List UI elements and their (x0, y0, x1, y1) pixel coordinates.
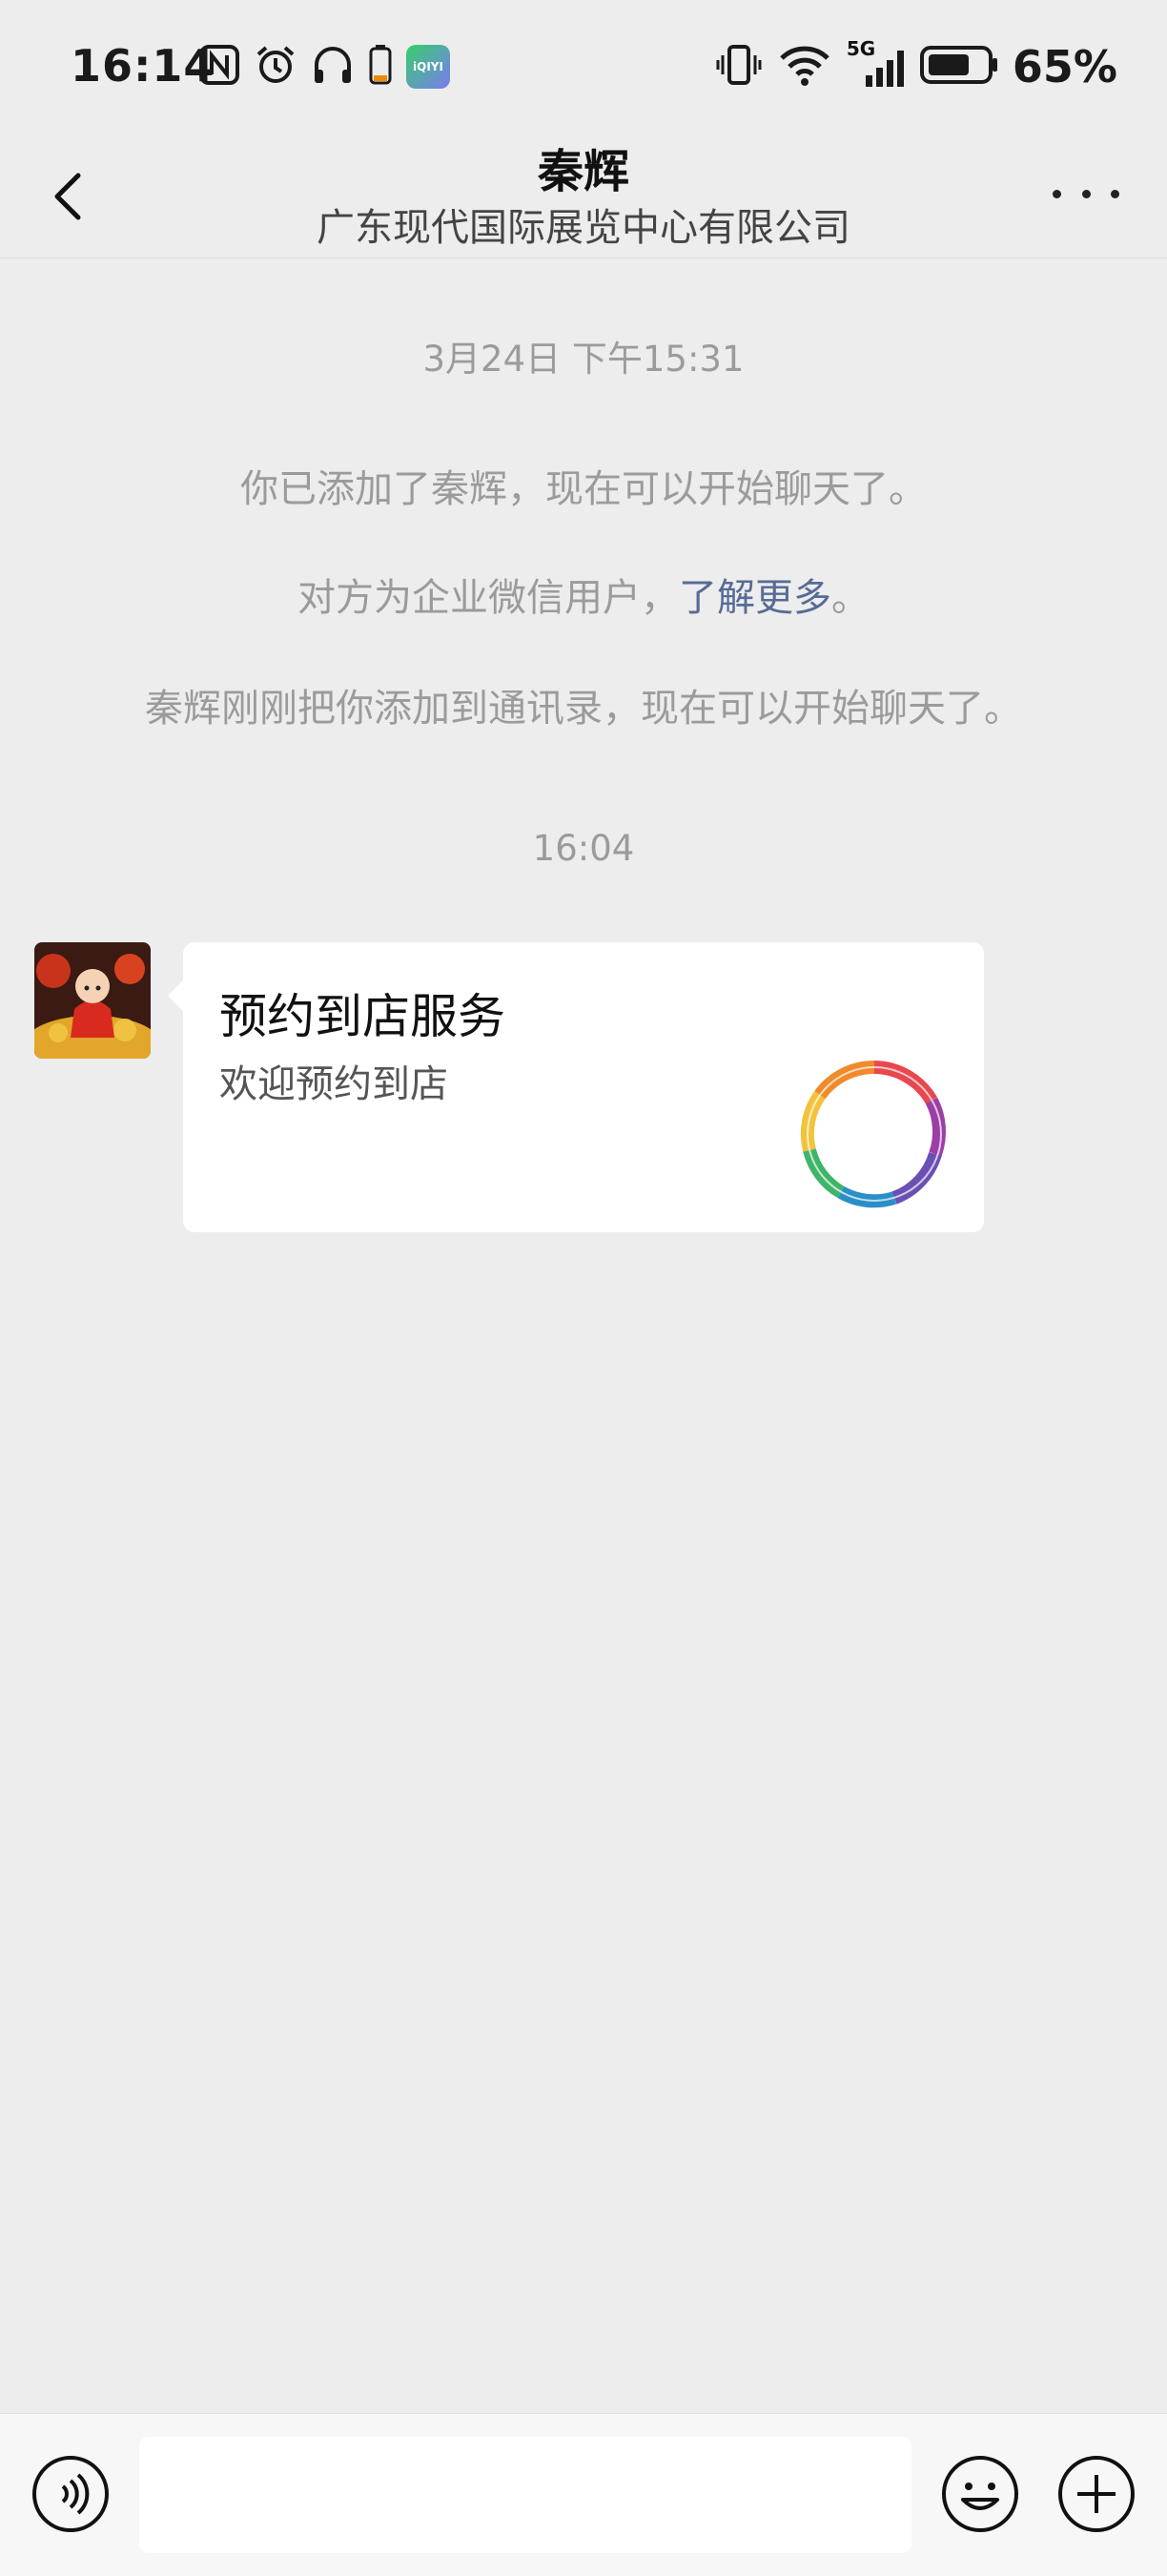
signal-icon: 5G (847, 37, 906, 91)
iqiyi-app-icon: iQIYI (406, 45, 450, 89)
system-message: 对方为企业微信用户，了解更多。 (297, 576, 870, 620)
more-button[interactable] (1053, 170, 1119, 217)
input-bar (0, 2413, 1167, 2576)
card-description: 欢迎预约到店 (219, 1062, 448, 1106)
plus-icon (1058, 2456, 1135, 2532)
battery-small-icon (368, 43, 393, 91)
status-icons-left: iQIYI (198, 42, 450, 92)
timestamp: 16:04 (532, 828, 635, 869)
contact-name: 秦辉 (537, 145, 629, 198)
nfc-icon (198, 44, 240, 90)
alarm-icon (254, 43, 297, 91)
card-title: 预约到店服务 (219, 989, 505, 1044)
chat-header: 秦辉 广东现代国际展览中心有限公司 (0, 134, 1167, 258)
battery-percent: 65% (1012, 41, 1117, 93)
plus-button[interactable] (1056, 2454, 1136, 2534)
network-type-label: 5G (846, 37, 876, 60)
status-bar: 16:14 iQIYI 5G 65% (0, 0, 1167, 134)
mini-program-card[interactable]: 预约到店服务 欢迎预约到店 (168, 942, 984, 1232)
colorful-ring-logo (799, 1059, 950, 1209)
learn-more-link[interactable]: 了解更多 (679, 576, 831, 620)
vibrate-icon (715, 41, 763, 93)
contact-company: 广东现代国际展览中心有限公司 (317, 206, 850, 250)
headphones-icon (311, 43, 355, 91)
avatar[interactable] (34, 942, 151, 1059)
timestamp: 3月24日 下午15:31 (422, 339, 745, 380)
message-input[interactable] (139, 2437, 911, 2553)
status-time: 16:14 (71, 40, 215, 92)
status-icons-right: 5G 65% (715, 37, 1117, 95)
wifi-icon (776, 41, 833, 93)
system-message: 你已添加了秦辉，现在可以开始聊天了。 (240, 467, 927, 511)
emoji-button[interactable] (940, 2454, 1020, 2534)
voice-button[interactable] (31, 2454, 111, 2534)
system-message: 秦辉刚刚把你添加到通讯录，现在可以开始聊天了。 (145, 687, 1022, 731)
emoji-icon (942, 2456, 1018, 2532)
voice-icon (32, 2456, 109, 2532)
more-dots-icon (1053, 189, 1061, 198)
battery-icon (919, 43, 999, 91)
avatar-image (34, 942, 151, 1059)
